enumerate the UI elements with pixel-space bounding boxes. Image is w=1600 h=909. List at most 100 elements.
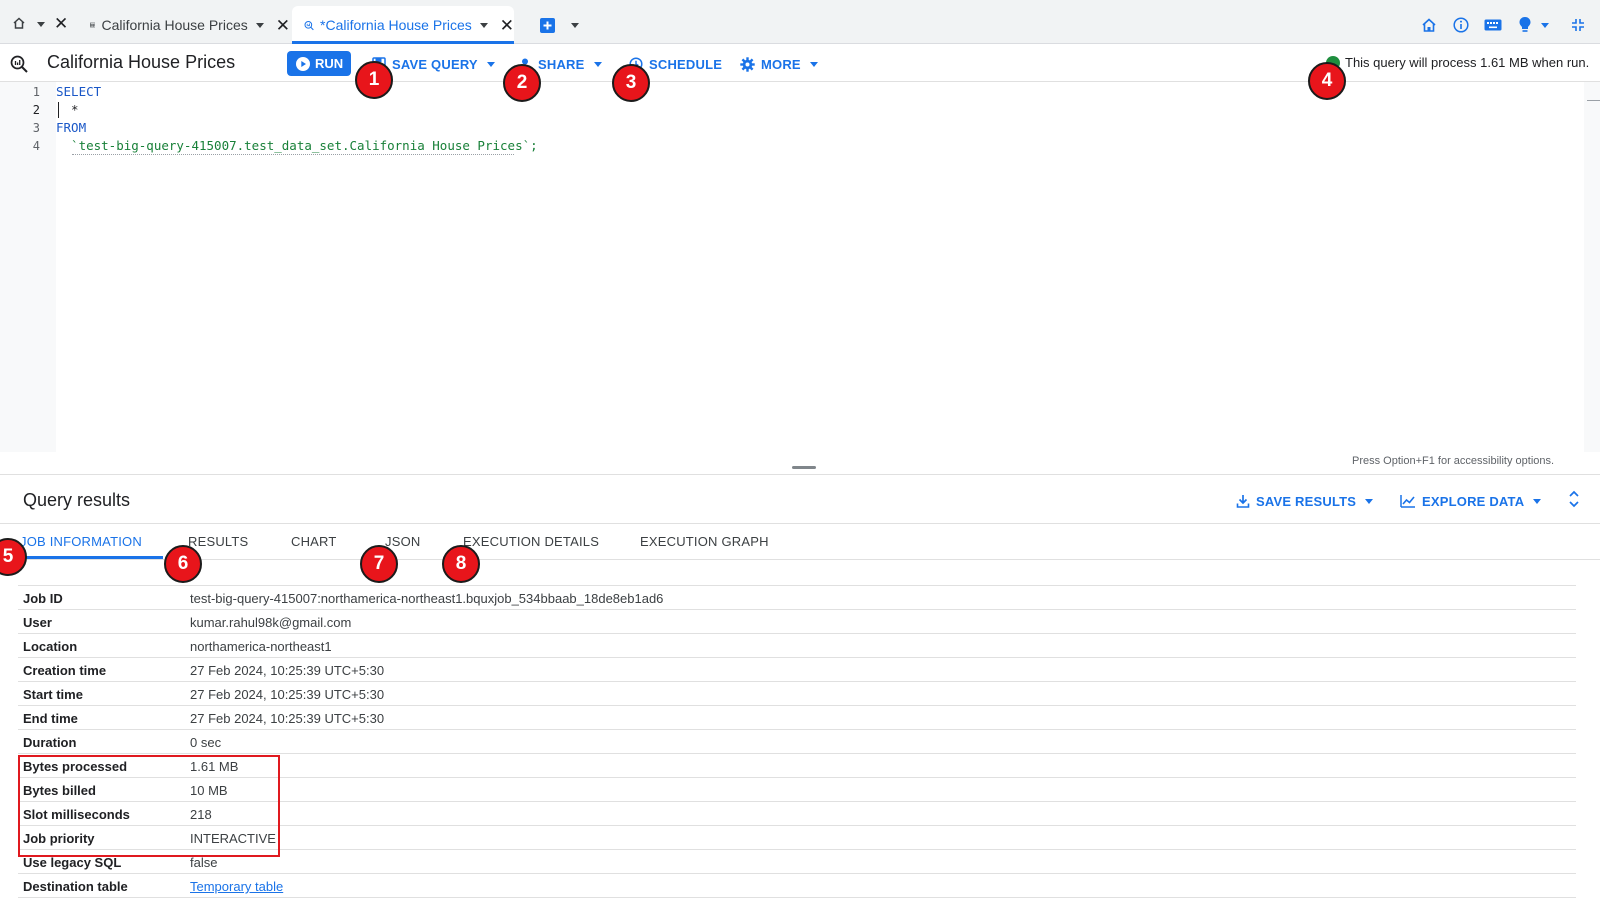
query-results-title: Query results (23, 490, 131, 510)
save-query-dropdown-caret-icon (486, 61, 495, 67)
keyboard-icon[interactable] (1484, 19, 1502, 31)
tab-label: California House Prices (101, 17, 248, 33)
resize-handle[interactable] (792, 466, 816, 469)
home-dropdown-caret-icon[interactable] (37, 22, 45, 27)
more-button[interactable]: MORE (740, 54, 818, 74)
code-line: FROM (56, 120, 87, 135)
run-label: RUN (315, 56, 344, 71)
lightbulb-dropdown-caret-icon[interactable] (1541, 23, 1549, 28)
row-divider (18, 681, 1576, 682)
tab-job-information[interactable]: JOB INFORMATION (20, 534, 142, 549)
annotation-badge: 8 (442, 545, 480, 583)
location-label: Location (23, 639, 78, 654)
code-line: * (56, 102, 79, 117)
row-divider (18, 897, 1576, 898)
explore-data-button[interactable]: EXPLORE DATA (1400, 491, 1542, 511)
overview-ruler (1587, 100, 1600, 101)
new-tab-dropdown-caret-icon[interactable] (571, 23, 579, 28)
job-id-value: test-big-query-415007:northamerica-north… (190, 591, 664, 606)
save-results-label: SAVE RESULTS (1256, 493, 1357, 509)
tab-execution-details[interactable]: EXECUTION DETAILS (463, 534, 599, 549)
lightbulb-icon[interactable] (1518, 16, 1532, 34)
row-divider (18, 657, 1576, 658)
tab-california-house-prices-query[interactable]: *California House Prices ✕ (292, 6, 514, 44)
highlight-box (18, 755, 280, 857)
destination-table-link[interactable]: Temporary table (190, 879, 283, 894)
query-toolbar: California House Prices RUN SAVE QUERY S… (0, 44, 1600, 82)
tab-execution-graph[interactable]: EXECUTION GRAPH (640, 534, 769, 549)
collapse-icon[interactable] (1571, 18, 1585, 32)
line-number: 2 (32, 103, 40, 117)
creation-time-label: Creation time (23, 663, 107, 678)
download-icon (1236, 494, 1250, 508)
query-icon (10, 55, 28, 73)
annotation-badge: 2 (503, 64, 541, 102)
query-estimate-text: This query will process 1.61 MB when run… (1345, 55, 1590, 70)
tab-bar: ✕ California House Prices ✕ *California … (0, 0, 1600, 44)
duration-label: Duration (23, 735, 77, 750)
home-icon[interactable] (12, 16, 26, 30)
annotation-badge: 4 (1308, 62, 1346, 100)
line-number: 4 (32, 139, 40, 153)
query-icon (304, 20, 314, 30)
end-time-label: End time (23, 711, 78, 726)
row-divider (18, 729, 1576, 730)
explore-data-dropdown-caret-icon (1533, 498, 1542, 504)
user-label: User (23, 615, 52, 630)
job-id-label: Job ID (23, 591, 63, 606)
creation-time-value: 27 Feb 2024, 10:25:39 UTC+5:30 (190, 663, 385, 678)
tab-label: *California House Prices (320, 17, 472, 33)
accessibility-hint: Press Option+F1 for accessibility option… (1352, 455, 1555, 467)
save-results-dropdown-caret-icon (1365, 498, 1374, 504)
code-underline (72, 154, 514, 155)
play-icon (296, 56, 310, 71)
new-query-icon[interactable] (540, 18, 555, 33)
sql-editor[interactable]: 1 2 3 4 SELECT * FROM `test-big-query-41… (0, 82, 1600, 452)
code-line: SELECT (56, 84, 102, 99)
annotation-badge: 7 (360, 545, 398, 583)
schedule-label: SCHEDULE (649, 56, 723, 72)
gear-icon (740, 56, 755, 72)
tab-chart[interactable]: CHART (291, 534, 337, 549)
tab-dropdown-caret-icon[interactable] (255, 22, 264, 28)
close-home-tab-icon[interactable]: ✕ (54, 15, 68, 32)
share-label: SHARE (538, 56, 585, 72)
more-label: MORE (761, 56, 801, 72)
user-value: kumar.rahul98k@gmail.com (190, 615, 352, 630)
run-button[interactable]: RUN (287, 51, 351, 76)
chart-icon (1400, 494, 1416, 508)
save-results-button[interactable]: SAVE RESULTS (1236, 491, 1374, 511)
home-icon[interactable] (1421, 17, 1437, 33)
divider (0, 559, 1600, 560)
explore-data-label: EXPLORE DATA (1422, 493, 1525, 509)
annotation-badge: 6 (164, 545, 202, 583)
row-divider (18, 705, 1576, 706)
close-tab-icon[interactable]: ✕ (500, 17, 514, 34)
share-dropdown-caret-icon (593, 61, 602, 67)
row-divider (18, 585, 1576, 586)
divider (0, 474, 1600, 475)
use-legacy-sql-label: Use legacy SQL (23, 855, 122, 870)
close-tab-icon[interactable]: ✕ (276, 17, 290, 34)
tab-dropdown-caret-icon[interactable] (479, 22, 488, 28)
tab-json[interactable]: JSON (385, 534, 420, 549)
line-number: 1 (32, 85, 40, 99)
code-area[interactable]: SELECT * FROM `test-big-query-415007.tes… (56, 82, 1584, 452)
duration-value: 0 sec (190, 735, 222, 750)
row-divider (18, 609, 1576, 610)
line-number: 3 (32, 121, 40, 135)
row-divider (18, 753, 1576, 754)
end-time-value: 27 Feb 2024, 10:25:39 UTC+5:30 (190, 711, 385, 726)
destination-table-label: Destination table (23, 879, 128, 894)
expand-collapse-icon[interactable] (1567, 490, 1581, 508)
start-time-value: 27 Feb 2024, 10:25:39 UTC+5:30 (190, 687, 385, 702)
row-divider (18, 873, 1576, 874)
tab-results[interactable]: RESULTS (188, 534, 248, 549)
code-line: `test-big-query-415007.test_data_set.Cal… (56, 138, 538, 153)
tab-california-house-prices-table[interactable]: California House Prices ✕ (84, 6, 290, 44)
info-icon[interactable] (1453, 17, 1469, 33)
divider (0, 523, 1600, 524)
save-query-label: SAVE QUERY (392, 56, 478, 72)
more-dropdown-caret-icon (809, 61, 818, 67)
location-value: northamerica-northeast1 (190, 639, 332, 654)
